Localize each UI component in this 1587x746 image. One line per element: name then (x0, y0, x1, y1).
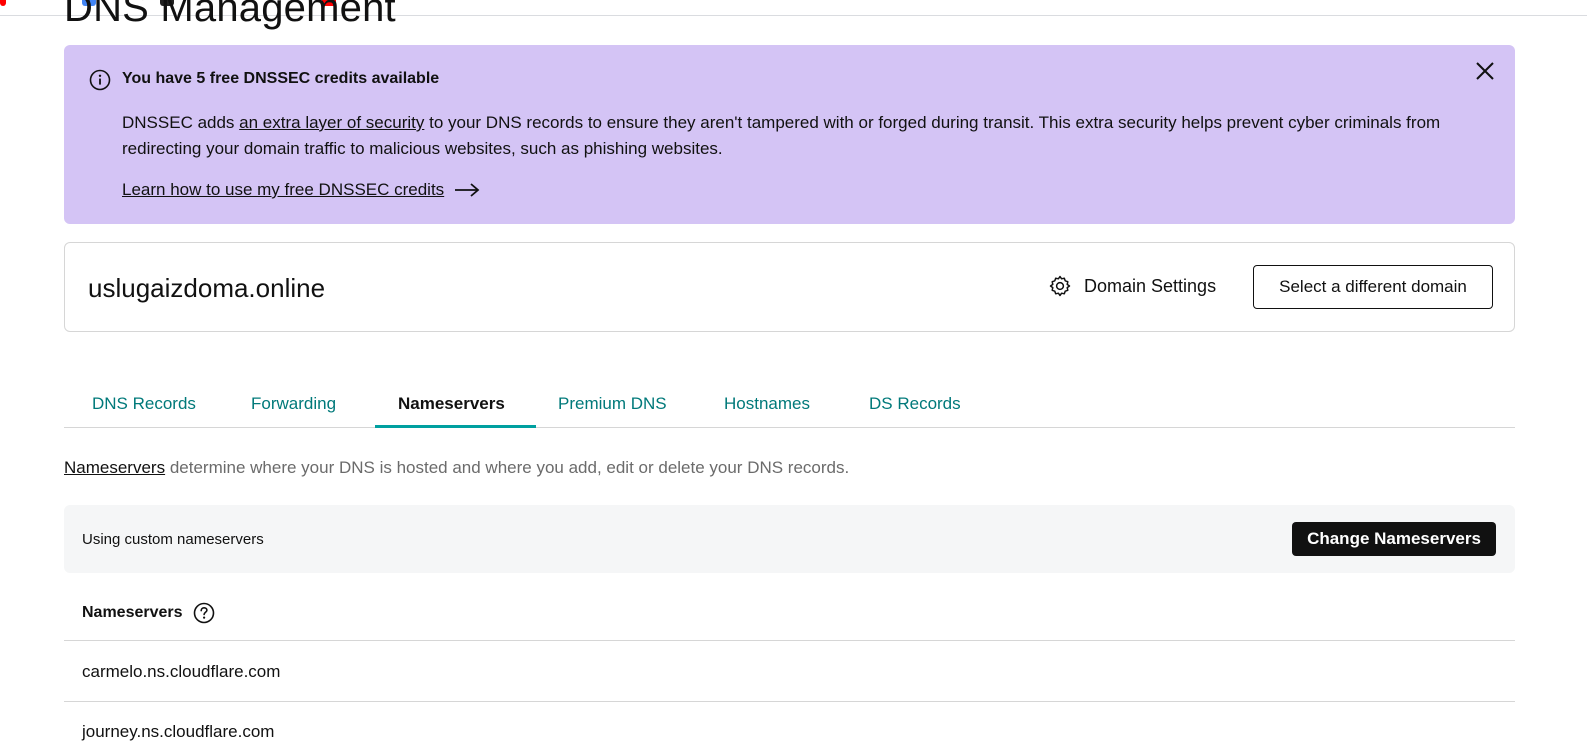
page-title: DNS Management (64, 0, 396, 30)
close-icon (1476, 62, 1494, 80)
tab-premium-dns[interactable]: Premium DNS (558, 394, 667, 414)
gear-icon (1049, 275, 1071, 297)
select-domain-button[interactable]: Select a different domain (1253, 265, 1493, 309)
close-button[interactable] (1471, 57, 1499, 85)
domain-name: uslugaizdoma.online (88, 273, 326, 303)
domain-settings-button[interactable]: Domain Settings (1048, 274, 1216, 298)
dnssec-banner: You have 5 free DNSSEC credits available… (64, 45, 1515, 224)
nameservers-list-title: Nameservers (82, 604, 183, 621)
nameserver-item: journey.ns.cloudflare.com (82, 722, 275, 741)
divider (64, 701, 1515, 702)
tab-forwarding[interactable]: Forwarding (251, 394, 336, 414)
tab-bar: DNS Records Forwarding Nameservers Premi… (64, 380, 1515, 428)
learn-dnssec-label: Learn how to use my free DNSSEC credits (122, 180, 445, 199)
nameserver-status: Using custom nameservers (82, 531, 264, 548)
domain-settings-label: Domain Settings (1084, 275, 1217, 296)
banner-body-prefix: DNSSEC adds (122, 113, 240, 132)
tab-dns-records[interactable]: DNS Records (92, 394, 196, 414)
nameservers-description: Nameservers determine where your DNS is … (64, 458, 849, 478)
tab-ds-records[interactable]: DS Records (869, 394, 961, 414)
nameserver-item: carmelo.ns.cloudflare.com (82, 662, 281, 681)
arrow-right-icon (455, 183, 480, 197)
help-icon[interactable] (193, 602, 215, 624)
domain-card: uslugaizdoma.online Domain Settings Sele… (64, 242, 1515, 332)
active-tab-indicator (375, 425, 536, 428)
nameservers-help-link[interactable]: Nameservers (64, 458, 165, 477)
banner-body: DNSSEC adds an extra layer of security t… (122, 110, 1462, 162)
divider (64, 640, 1515, 641)
security-link[interactable]: an extra layer of security (239, 113, 424, 132)
nameservers-list-header: Nameservers (82, 602, 215, 624)
info-icon (89, 69, 111, 91)
learn-dnssec-link[interactable]: Learn how to use my free DNSSEC credits (122, 180, 480, 200)
youtube-icon (0, 0, 6, 6)
banner-title: You have 5 free DNSSEC credits available (122, 70, 440, 87)
tab-hostnames[interactable]: Hostnames (724, 394, 810, 414)
bookmark-youtube[interactable] (0, 0, 6, 8)
change-nameservers-button[interactable]: Change Nameservers (1292, 522, 1496, 556)
custom-nameservers-panel: Using custom nameservers Change Nameserv… (64, 505, 1515, 573)
nameservers-description-text: determine where your DNS is hosted and w… (165, 458, 850, 477)
tab-nameservers[interactable]: Nameservers (398, 394, 505, 414)
